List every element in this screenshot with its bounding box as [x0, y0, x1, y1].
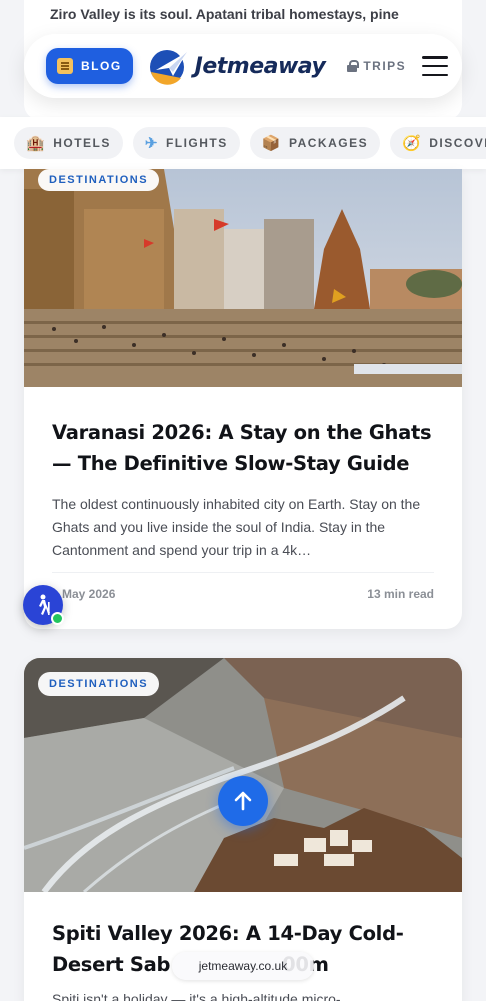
compass-icon: 🧭 [402, 134, 423, 152]
article-title[interactable]: Varanasi 2026: A Stay on the Ghats — The… [52, 417, 434, 479]
blog-button[interactable]: BLOG [46, 48, 133, 84]
nav-discover-label: DISCOVER [429, 136, 486, 150]
nav-flights-label: FLIGHTS [165, 136, 228, 150]
article-card-varanasi[interactable]: DESTINATIONS Varanasi 2026: A Stay on th… [24, 169, 462, 629]
trips-link[interactable]: TRIPS [347, 59, 406, 73]
category-badge[interactable]: DESTINATIONS [38, 169, 160, 191]
site-logo[interactable]: Jetmeaway [147, 46, 326, 86]
category-badge[interactable]: DESTINATIONS [38, 672, 160, 696]
varanasi-ghats-image [24, 169, 462, 387]
nav-hotels-label: HOTELS [53, 136, 111, 150]
logo-text: Jetmeaway [194, 53, 326, 79]
arrow-up-icon [234, 791, 252, 811]
nav-packages-label: PACKAGES [288, 136, 369, 150]
url-text: jetmeaway.co.uk [198, 959, 288, 973]
logo-plane-icon [149, 50, 187, 85]
browser-url-pill[interactable]: jetmeaway.co.uk [172, 952, 314, 980]
plane-icon: ✈ [144, 134, 159, 152]
online-status-dot [51, 612, 64, 625]
floating-walk-button[interactable] [23, 585, 64, 625]
hiker-icon [39, 594, 50, 615]
site-header: BLOG Jetmeaway TRIPS [24, 34, 462, 98]
article-excerpt: The oldest continuously inhabited city o… [52, 496, 421, 558]
article-read-time: 13 min read [367, 587, 434, 601]
article-excerpt: Spiti isn't a holiday — it's a high-alti… [52, 991, 341, 1001]
hotel-icon: 🏨 [26, 134, 47, 152]
notepad-icon [57, 58, 73, 74]
trips-label: TRIPS [363, 59, 407, 73]
page: Ziro Valley is its soul. Apatani tribal … [0, 0, 486, 1001]
nav-discover[interactable]: 🧭 DISCOVER [390, 127, 486, 159]
menu-icon[interactable] [422, 56, 448, 76]
nav-packages[interactable]: 📦 PACKAGES [249, 127, 381, 159]
nav-hotels[interactable]: 🏨 HOTELS [14, 127, 123, 159]
previous-article-excerpt: Ziro Valley is its soul. Apatani tribal … [50, 6, 399, 22]
lock-icon [347, 60, 360, 72]
category-nav: 🏨 HOTELS ✈ FLIGHTS 📦 PACKAGES 🧭 DISCOVER [0, 117, 486, 169]
nav-flights[interactable]: ✈ FLIGHTS [132, 127, 240, 159]
scroll-to-top-button[interactable] [218, 776, 268, 826]
article-meta: May 2026 13 min read [52, 572, 434, 601]
package-icon: 📦 [261, 134, 282, 152]
article-image-spiti: DESTINATIONS [24, 658, 462, 892]
blog-button-label: BLOG [81, 59, 122, 73]
article-image-varanasi: DESTINATIONS [24, 169, 462, 387]
article-card-spiti[interactable]: DESTINATIONS Spiti Valley 2026: A 14-Day… [24, 658, 462, 1001]
